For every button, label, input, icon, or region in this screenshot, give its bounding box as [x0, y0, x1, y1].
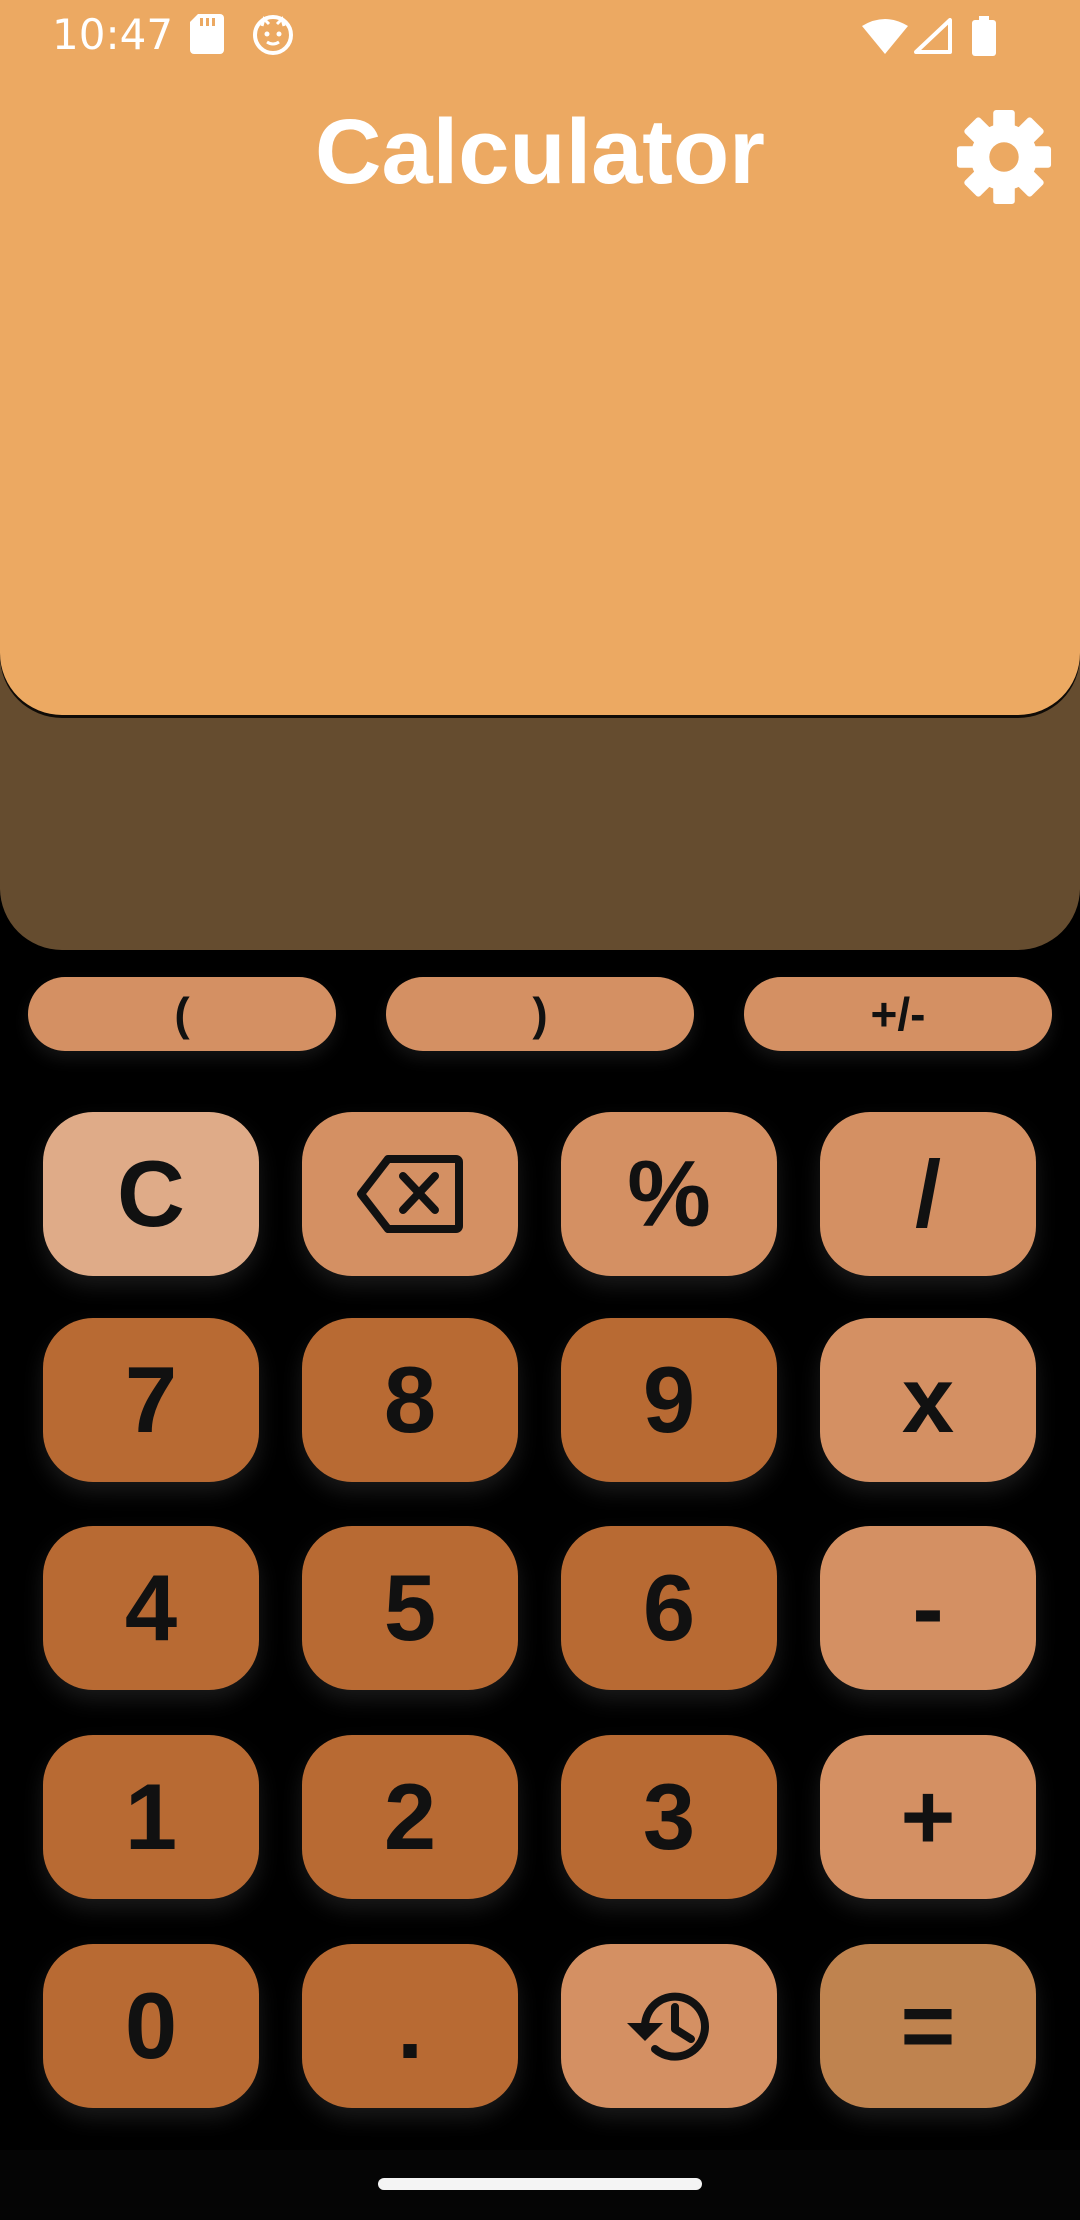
digit-2-button[interactable]: 2: [302, 1735, 518, 1899]
status-bar: 10:47: [0, 0, 1080, 72]
digit-9-button[interactable]: 9: [561, 1318, 777, 1482]
decimal-button[interactable]: .: [302, 1944, 518, 2108]
minus-button[interactable]: -: [820, 1526, 1036, 1690]
open-paren-button[interactable]: (: [28, 977, 336, 1051]
percent-button[interactable]: %: [561, 1112, 777, 1276]
equals-button[interactable]: =: [820, 1944, 1036, 2108]
digit-1-button[interactable]: 1: [43, 1735, 259, 1899]
digit-6-button[interactable]: 6: [561, 1526, 777, 1690]
toggle-sign-button[interactable]: +/-: [744, 977, 1052, 1051]
expression-panel: Calculator: [0, 0, 1080, 715]
digit-3-button[interactable]: 3: [561, 1735, 777, 1899]
backspace-icon: [357, 1155, 463, 1233]
cat-face-icon: [252, 14, 294, 61]
plus-button[interactable]: +: [820, 1735, 1036, 1899]
clear-button[interactable]: C: [43, 1112, 259, 1276]
status-time: 10:47: [52, 10, 174, 59]
digit-5-button[interactable]: 5: [302, 1526, 518, 1690]
battery-icon: [972, 16, 996, 61]
gear-icon: [956, 109, 1052, 205]
sd-card-icon: [190, 14, 224, 59]
home-indicator[interactable]: [378, 2178, 702, 2190]
digit-7-button[interactable]: 7: [43, 1318, 259, 1482]
wifi-icon: [862, 18, 908, 59]
history-icon: [627, 1992, 709, 2061]
digit-4-button[interactable]: 4: [43, 1526, 259, 1690]
digit-8-button[interactable]: 8: [302, 1318, 518, 1482]
multiply-button[interactable]: x: [820, 1318, 1036, 1482]
settings-button[interactable]: [955, 108, 1053, 206]
cellular-signal-icon: [914, 18, 952, 59]
backspace-button[interactable]: [302, 1112, 518, 1276]
page-title: Calculator: [315, 101, 765, 203]
divide-button[interactable]: /: [820, 1112, 1036, 1276]
digit-0-button[interactable]: 0: [43, 1944, 259, 2108]
close-paren-button[interactable]: ): [386, 977, 694, 1051]
history-button[interactable]: [561, 1944, 777, 2108]
